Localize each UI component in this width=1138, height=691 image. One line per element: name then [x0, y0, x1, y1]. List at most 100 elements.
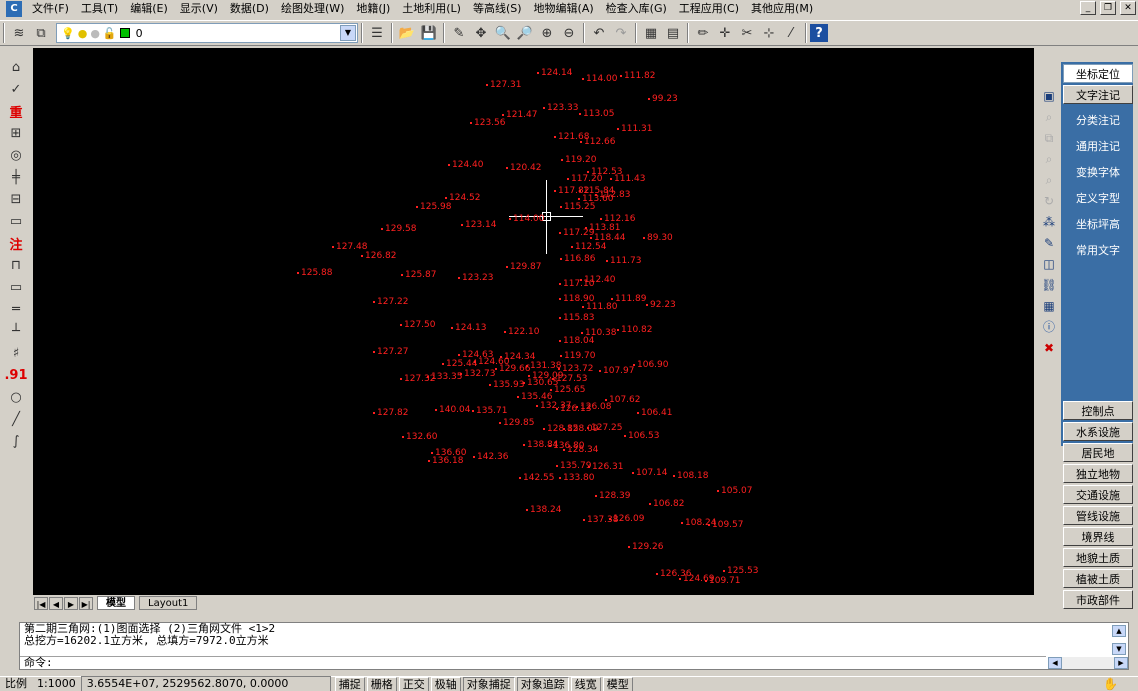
break-icon[interactable]: ⁄: [780, 22, 802, 44]
repeat-icon[interactable]: 重: [4, 100, 28, 122]
polygon-icon[interactable]: ⊓: [4, 254, 28, 276]
zoom-icon[interactable]: ⌕: [1040, 149, 1058, 169]
dim-line-icon[interactable]: ┴: [4, 320, 28, 342]
btn-municipal-parts[interactable]: 市政部件: [1063, 590, 1133, 609]
linetype-icon[interactable]: ☰: [366, 22, 388, 44]
btn-traffic-facility[interactable]: 交通设施: [1063, 485, 1133, 504]
tray-icon[interactable]: ✋: [1103, 677, 1118, 691]
hatch-icon[interactable]: ♯: [4, 342, 28, 364]
menu-tools[interactable]: 工具(T): [75, 0, 124, 18]
item-change-font[interactable]: 变换字体: [1063, 163, 1133, 182]
rotate-icon[interactable]: ↻: [1040, 191, 1058, 211]
scroll-right-icon[interactable]: ▶: [1114, 657, 1128, 669]
btn-residential[interactable]: 居民地: [1063, 443, 1133, 462]
menu-data[interactable]: 数据(D): [224, 0, 275, 18]
toggle-snap[interactable]: 捕捉: [334, 676, 365, 691]
layers-icon[interactable]: ◫: [1040, 254, 1058, 274]
menu-cadastre[interactable]: 地籍(J): [350, 0, 396, 18]
toggle-osnap[interactable]: 对象捕捉: [462, 676, 515, 691]
draw-line-icon[interactable]: ✏: [692, 22, 714, 44]
menu-check-import[interactable]: 检查入库(G): [600, 0, 673, 18]
toggle-model[interactable]: 模型: [602, 676, 633, 691]
toggle-lineweight[interactable]: 线宽: [570, 676, 601, 691]
image-icon[interactable]: ▣: [1040, 86, 1058, 106]
item-general-annotation[interactable]: 通用注记: [1063, 137, 1133, 156]
menu-engineering[interactable]: 工程应用(C): [673, 0, 745, 18]
double-line-icon[interactable]: ═: [4, 298, 28, 320]
toggle-grid[interactable]: 栅格: [366, 676, 397, 691]
zoom-realtime-icon[interactable]: 🔍: [492, 22, 514, 44]
command-prompt[interactable]: 命令:: [20, 656, 1046, 669]
copy-icon[interactable]: ⧉: [1040, 128, 1058, 148]
item-category-annotation[interactable]: 分类注记: [1063, 111, 1133, 130]
restore-icon[interactable]: ❐: [1100, 1, 1116, 15]
command-hscrollbar[interactable]: ◀ ▶: [1048, 657, 1128, 669]
check-icon[interactable]: ✓: [4, 78, 28, 100]
command-window[interactable]: 第二期三角网:(1)图面选择 (2)三角网文件 <1>2 总挖方=16202.1…: [19, 622, 1129, 670]
btn-control-point[interactable]: 控制点: [1063, 401, 1133, 420]
menu-contour[interactable]: 等高线(S): [467, 0, 528, 18]
trim-icon[interactable]: ✂: [736, 22, 758, 44]
open-file-icon[interactable]: 📂: [396, 22, 418, 44]
tab-layout1[interactable]: Layout1: [139, 596, 198, 610]
menu-other[interactable]: 其他应用(M): [745, 0, 819, 18]
help-icon[interactable]: ?: [810, 24, 828, 42]
toggle-otrack[interactable]: 对象追踪: [516, 676, 569, 691]
menu-view[interactable]: 显示(V): [174, 0, 224, 18]
next-tab-icon[interactable]: ▶: [64, 596, 78, 610]
menu-landuse[interactable]: 土地利用(L): [396, 0, 467, 18]
chain-icon[interactable]: ⛓: [1040, 275, 1058, 295]
scale-value[interactable]: 1:1000: [32, 677, 81, 691]
scroll-down-icon[interactable]: ▼: [1112, 643, 1126, 655]
zoom-out-icon[interactable]: ⌕: [1040, 170, 1058, 190]
menu-edit[interactable]: 编辑(E): [124, 0, 174, 18]
search-icon[interactable]: ⌕: [1040, 107, 1058, 127]
annotation-icon[interactable]: 注: [4, 232, 28, 254]
calculator-icon[interactable]: ▤: [662, 22, 684, 44]
extend-icon[interactable]: ⊹: [758, 22, 780, 44]
scroll-left-icon[interactable]: ◀: [1048, 657, 1062, 669]
pan-icon[interactable]: ✥: [470, 22, 492, 44]
item-define-font[interactable]: 定义字型: [1063, 189, 1133, 208]
elevation-point-icon[interactable]: .91: [4, 364, 28, 386]
last-tab-icon[interactable]: ▶|: [79, 596, 93, 610]
btn-vegetation-soil[interactable]: 植被土质: [1063, 569, 1133, 588]
menu-feature-edit[interactable]: 地物编辑(A): [528, 0, 600, 18]
zoom-window-icon[interactable]: 🔎: [514, 22, 536, 44]
layer-dropdown[interactable]: 💡 ● ● 🔓 0 ▼: [56, 23, 358, 43]
close-icon[interactable]: ✕: [1120, 1, 1136, 15]
prev-tab-icon[interactable]: ◀: [49, 596, 63, 610]
camera-icon[interactable]: ◎: [4, 144, 28, 166]
tag-icon[interactable]: ⌂: [4, 56, 28, 78]
tab-model[interactable]: 模型: [97, 596, 135, 610]
network-icon[interactable]: ⁂: [1040, 212, 1058, 232]
app-logo-icon[interactable]: C: [6, 1, 22, 17]
item-coord-elevation[interactable]: 坐标坪高: [1063, 215, 1133, 234]
node-icon[interactable]: ⊞: [4, 122, 28, 144]
chevron-down-icon[interactable]: ▼: [340, 25, 356, 41]
layer-manager-icon[interactable]: ≋: [8, 22, 30, 44]
ruler-icon[interactable]: ▭: [4, 210, 28, 232]
menu-file[interactable]: 文件(F): [26, 0, 75, 18]
table-icon[interactable]: ▦: [1040, 296, 1058, 316]
toggle-ortho[interactable]: 正交: [398, 676, 429, 691]
line-icon[interactable]: ╱: [4, 408, 28, 430]
pencil-icon[interactable]: ✎: [448, 22, 470, 44]
spline-icon[interactable]: ∫: [4, 430, 28, 452]
layer-state-icon[interactable]: ⧉: [30, 22, 52, 44]
rectangle-icon[interactable]: ▭: [4, 276, 28, 298]
info-icon[interactable]: ⓘ: [1040, 317, 1058, 337]
item-common-text[interactable]: 常用文字: [1063, 241, 1133, 260]
btn-boundary[interactable]: 境界线: [1063, 527, 1133, 546]
btn-independent-feature[interactable]: 独立地物: [1063, 464, 1133, 483]
btn-coord-locate[interactable]: 坐标定位: [1063, 64, 1133, 83]
minimize-icon[interactable]: _: [1080, 1, 1096, 15]
drawing-canvas[interactable]: 124.14 114.00 111.82 127.31 99.23 123.33 113.0…: [33, 48, 1034, 595]
scroll-up-icon[interactable]: ▲: [1112, 625, 1126, 637]
move-icon[interactable]: ✛: [714, 22, 736, 44]
first-tab-icon[interactable]: |◀: [34, 596, 48, 610]
undo-icon[interactable]: ↶: [588, 22, 610, 44]
save-icon[interactable]: 💾: [418, 22, 440, 44]
redo-icon[interactable]: ↷: [610, 22, 632, 44]
edit-icon[interactable]: ✎: [1040, 233, 1058, 253]
